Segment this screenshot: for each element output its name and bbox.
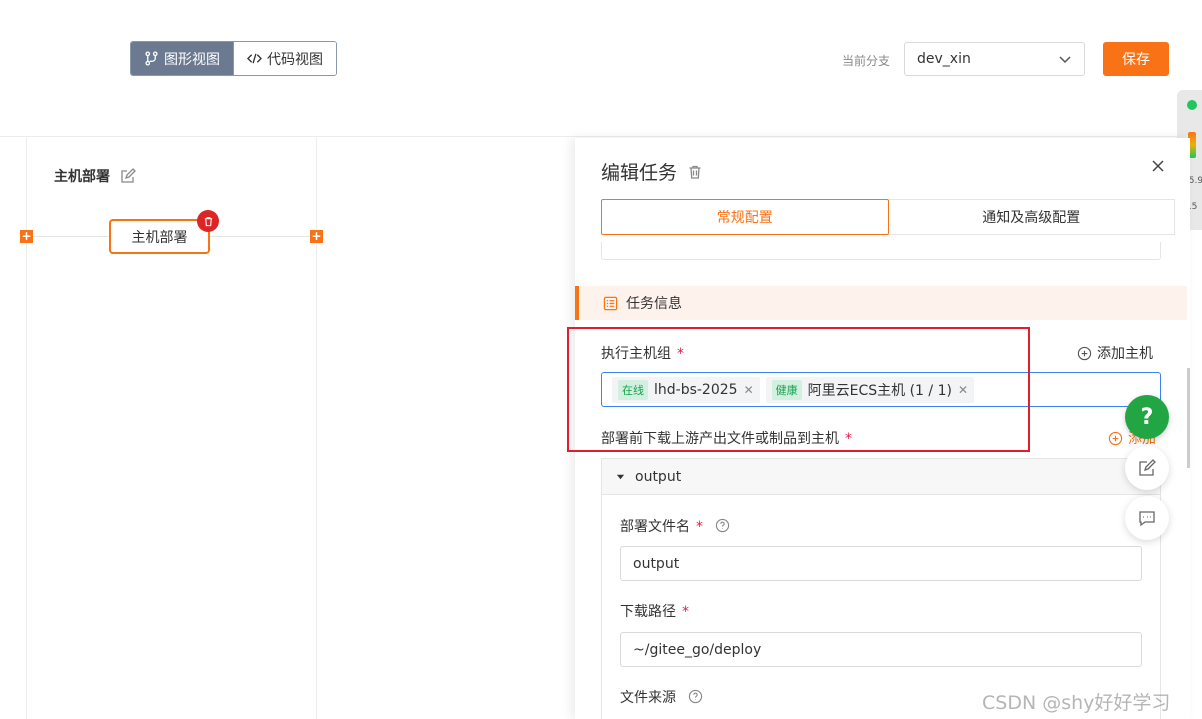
trash-icon[interactable] [687,164,703,180]
section-title: 任务信息 [626,296,682,312]
download-path-label-text: 下载路径 [620,604,676,620]
tab-general-config[interactable]: 常规配置 [601,199,889,235]
graph-view-label: 图形视图 [164,51,220,68]
help-button[interactable]: ? [1125,395,1169,439]
collapsed-field [601,242,1161,260]
branch-select[interactable]: dev_xin [904,42,1085,76]
edit-note-icon [1139,459,1156,476]
highlight-annotation [567,327,1030,452]
file-source-label-text: 文件来源 [620,690,676,706]
graph-view-button[interactable]: 图形视图 [131,42,233,75]
close-icon[interactable] [1150,158,1166,174]
file-name-input[interactable]: output [620,546,1142,581]
branch-value: dev_xin [917,51,971,67]
task-list-icon [603,296,618,310]
download-path-input[interactable]: ~/gitee_go/deploy [620,632,1142,667]
download-path-label: 下载路径 * [620,604,689,620]
file-name-label: 部署文件名 * [620,516,730,536]
code-view-label: 代码视图 [267,51,323,68]
scrollbar[interactable] [1187,368,1190,468]
drawer-title: 编辑任务 [601,158,703,185]
artifact-name: output [635,468,682,485]
plus-circle-icon [1108,431,1123,445]
tab-notification-advanced[interactable]: 通知及高级配置 [888,199,1175,235]
code-view-button[interactable]: 代码视图 [233,42,336,75]
top-bar: 图形视图 代码视图 当前分支 dev_xin 保存 [0,0,1202,137]
watermark: CSDN @shy好好学习 [982,692,1171,714]
graph-icon [145,51,158,66]
job-node-label: 主机部署 [131,229,188,246]
file-name-label-text: 部署文件名 [620,519,690,535]
plus-circle-icon [1077,346,1092,360]
section-task-info: 任务信息 [575,286,1187,320]
save-button[interactable]: 保存 [1103,42,1169,76]
add-stage-after-button[interactable]: + [310,230,323,243]
edit-icon[interactable] [120,168,136,184]
feedback-button[interactable] [1125,446,1169,490]
drawer-title-text: 编辑任务 [601,162,678,184]
trash-icon [204,216,212,226]
status-dot-icon [1187,100,1197,110]
job-node[interactable]: 主机部署 [109,219,210,254]
chat-button[interactable] [1125,496,1169,540]
artifact-panel-header[interactable]: output [602,459,1160,495]
add-stage-before-button[interactable]: + [20,230,33,243]
file-source-label: 文件来源 [620,687,703,707]
question-circle-icon[interactable] [715,518,730,533]
caret-down-icon [616,474,625,480]
artifact-panel: output 部署文件名 * output 下载路径 * ~/gitee_go/de… [601,458,1161,719]
branch-label: 当前分支 [842,54,891,68]
stage-title: 主机部署 [54,166,136,186]
question-circle-icon[interactable] [688,689,703,704]
chevron-down-icon [1059,56,1071,64]
add-host-label: 添加主机 [1097,346,1153,362]
code-icon [247,53,262,64]
stage-title-text: 主机部署 [54,169,110,185]
chat-icon [1139,511,1155,527]
delete-job-button[interactable] [197,210,219,232]
add-host-button[interactable]: 添加主机 [1077,343,1153,363]
drawer-tabs: 常规配置 通知及高级配置 [601,199,1175,235]
view-toggle: 图形视图 代码视图 [130,41,337,76]
